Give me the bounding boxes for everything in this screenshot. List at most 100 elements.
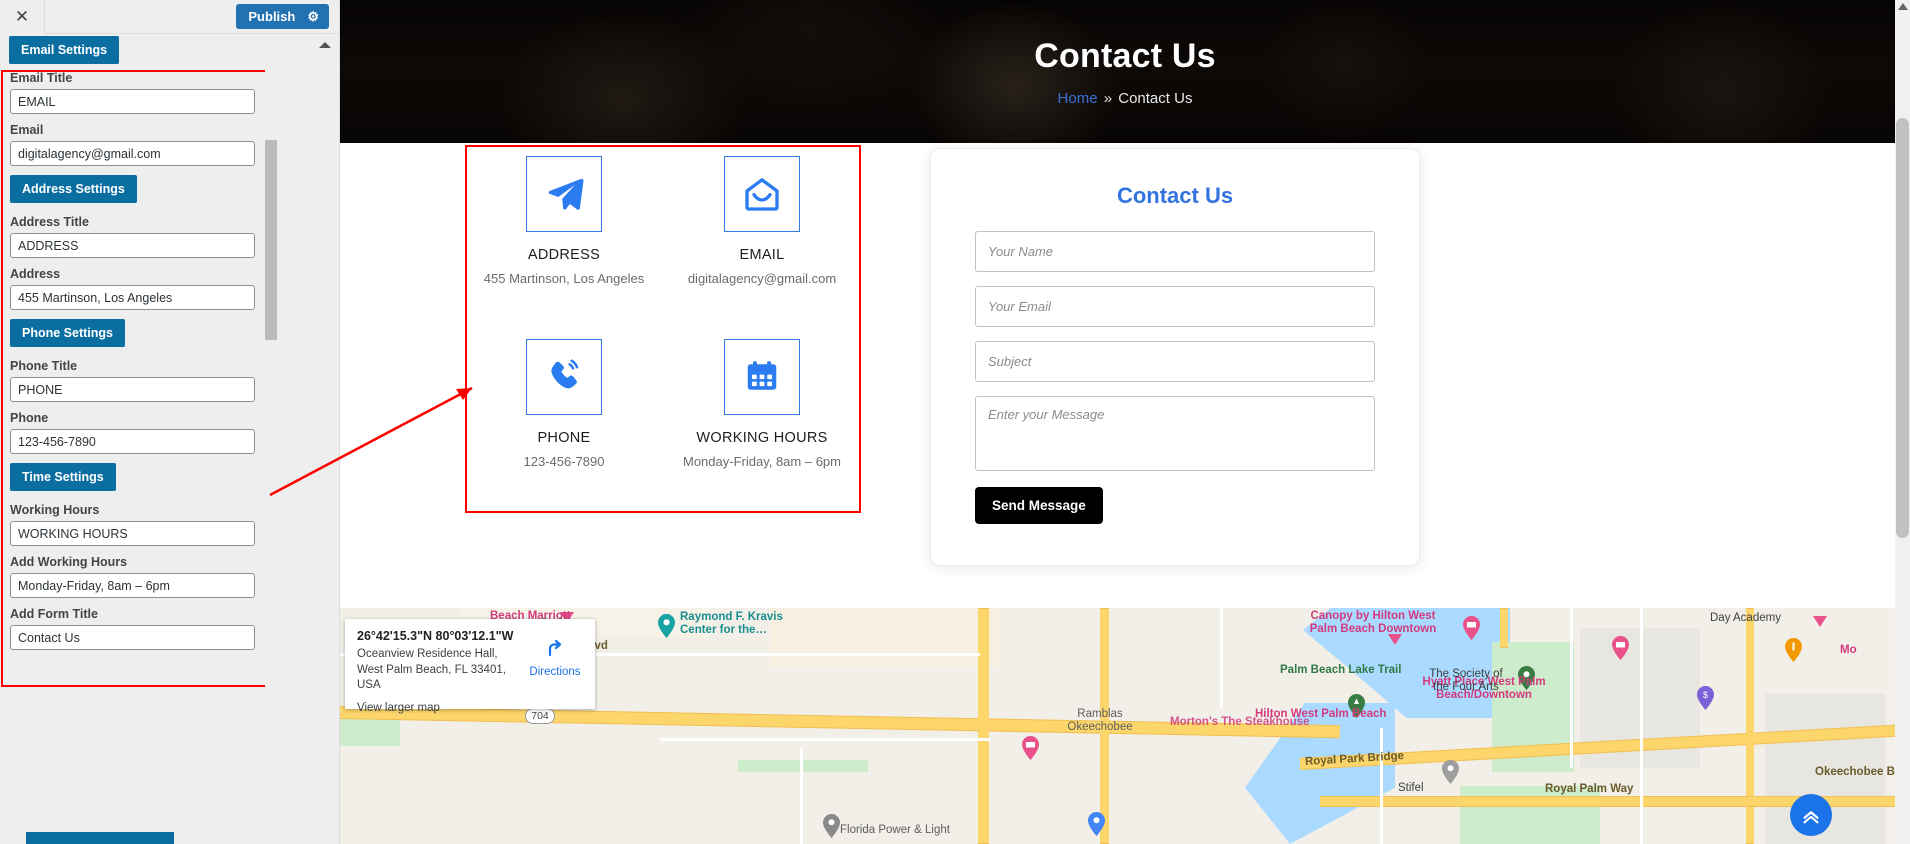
map-pin-stifel[interactable] <box>1442 760 1459 784</box>
svg-text:$: $ <box>1703 690 1708 700</box>
add-form-title-input[interactable] <box>10 625 255 650</box>
map-label-mortons: Morton's The Steakhouse <box>1170 716 1310 728</box>
info-card-address[interactable]: ADDRESS 455 Martinson, Los Angeles <box>465 148 663 331</box>
next-section-button-partial[interactable] <box>26 832 174 844</box>
phone-input[interactable] <box>10 429 255 454</box>
publish-button[interactable]: Publish ⚙ <box>236 4 329 29</box>
map-pin-canopy-hotel[interactable] <box>1463 616 1480 640</box>
working-hours-input[interactable] <box>10 521 255 546</box>
map-label-mo: Mo <box>1840 644 1857 656</box>
contact-form-card: Contact Us Send Message <box>930 148 1420 566</box>
chevron-double-up-icon <box>1803 811 1819 824</box>
paper-plane-icon <box>526 156 602 232</box>
email-input-form[interactable] <box>975 286 1375 327</box>
field-label: Phone Title <box>10 359 78 373</box>
address-settings-button-wrap: Address Settings <box>10 175 270 203</box>
map-road-minor-2 <box>660 738 990 741</box>
caret-up-icon[interactable] <box>319 42 331 48</box>
info-card-title: WORKING HOURS <box>696 429 828 446</box>
field-email: Email <box>10 123 270 166</box>
customizer-panel: ✕ Publish ⚙ Email Settings Email Title E… <box>0 0 340 844</box>
info-card-email[interactable]: EMAIL digitalagency@gmail.com <box>663 148 861 331</box>
field-add-form-title: Add Form Title <box>10 607 270 650</box>
info-card-title: EMAIL <box>739 247 785 263</box>
field-label: Address <box>10 267 61 281</box>
time-settings-button-wrap: Time Settings <box>10 463 270 491</box>
email-settings-button-wrap: Email Settings <box>9 36 120 64</box>
map-park-median <box>738 760 868 772</box>
address-settings-button[interactable]: Address Settings <box>10 175 137 203</box>
map-label-four-arts: The Society of the Four Arts <box>1429 668 1503 694</box>
field-add-working-hours: Add Working Hours <box>10 555 270 598</box>
map-label-royal-palm-way: Royal Palm Way <box>1545 783 1634 795</box>
map-pin-day-academy[interactable] <box>1813 616 1827 627</box>
map-label-stifel: Stifel <box>1398 782 1424 794</box>
map-pin-hilton-wpb[interactable] <box>1022 736 1039 760</box>
field-label: Add Working Hours <box>10 555 128 569</box>
field-address-title: Address Title <box>10 215 270 258</box>
send-message-button[interactable]: Send Message <box>975 487 1103 524</box>
email-settings-button[interactable]: Email Settings <box>9 36 120 64</box>
info-card-text: Monday-Friday, 8am – 6pm <box>683 453 841 469</box>
field-email-title: Email Title <box>10 71 270 114</box>
hero-banner: Contact Us Home » Contact Us <box>340 0 1910 143</box>
map-pin-restaurant[interactable] <box>1785 638 1802 662</box>
contact-form-title: Contact Us <box>1116 183 1234 208</box>
field-phone-title: Phone Title <box>10 359 270 402</box>
map-road-vertical-1 <box>978 608 989 844</box>
info-card-text: digitalagency@gmail.com <box>687 271 837 286</box>
map-label-florida-power: Florida Power & Light <box>840 824 950 836</box>
map-pin-jacaranda[interactable] <box>1088 812 1105 836</box>
info-card-title: PHONE <box>537 429 591 446</box>
email-input[interactable] <box>10 141 255 166</box>
scroll-to-top-button[interactable] <box>1790 794 1832 836</box>
map-pin-kravis-center[interactable] <box>658 614 675 638</box>
map-info-card: 26°42'15.3"N 80°03'12.1"W Oceanview Resi… <box>345 619 595 714</box>
browser-scrollbar-thumb[interactable] <box>1896 118 1909 538</box>
map-road-minor-7 <box>1380 728 1383 844</box>
map-label-kravis-center: Raymond F. Kravis Center for the… <box>680 611 783 637</box>
info-card-text: 123-456-7890 <box>523 453 605 469</box>
phone-title-input[interactable] <box>10 377 255 402</box>
info-card-text: 455 Martinson, Los Angeles <box>483 271 645 286</box>
calendar-icon <box>724 338 800 415</box>
map-pin-bank[interactable]: $ <box>1697 686 1714 710</box>
main-content: ADDRESS 455 Martinson, Los Angeles EMAIL… <box>340 143 1910 608</box>
screen-root: ✕ Publish ⚙ Email Settings Email Title E… <box>0 0 1910 844</box>
field-working-hours: Working Hours <box>10 503 270 546</box>
breadcrumb-current: Contact Us <box>1118 89 1193 107</box>
phone-ring-icon <box>526 338 602 415</box>
field-label: Address Title <box>10 215 89 229</box>
map-road-vertical-3 <box>1500 608 1508 648</box>
directions-button[interactable]: Directions <box>525 635 585 678</box>
field-label: Phone <box>10 411 49 425</box>
info-card-phone[interactable]: PHONE 123-456-7890 <box>465 331 663 514</box>
email-title-input[interactable] <box>10 89 255 114</box>
view-larger-map-link[interactable]: View larger map <box>357 702 440 714</box>
subject-input[interactable] <box>975 341 1375 382</box>
gear-icon[interactable]: ⚙ <box>307 10 319 23</box>
map-embed[interactable]: $ 704 Beach Marriott Raymond F. Kravis C… <box>340 608 1910 844</box>
name-input[interactable] <box>975 231 1375 272</box>
info-card-working-hours[interactable]: WORKING HOURS Monday-Friday, 8am – 6pm <box>663 331 861 514</box>
info-card-title: ADDRESS <box>527 247 601 263</box>
map-road-minor-3 <box>1220 608 1223 708</box>
scroll-up-arrow-icon[interactable] <box>1898 3 1908 10</box>
phone-settings-button-wrap: Phone Settings <box>10 319 270 347</box>
address-title-input[interactable] <box>10 233 255 258</box>
map-label-lake-trail: Palm Beach Lake Trail <box>1280 664 1402 676</box>
add-working-hours-input[interactable] <box>10 573 255 598</box>
customizer-scrollbar-thumb[interactable] <box>265 140 277 340</box>
map-block-d <box>770 608 1000 668</box>
map-pin-hotel-east[interactable] <box>1612 636 1629 660</box>
phone-settings-button[interactable]: Phone Settings <box>10 319 125 347</box>
close-icon[interactable]: ✕ <box>0 0 45 34</box>
message-textarea[interactable] <box>975 396 1375 471</box>
address-input[interactable] <box>10 285 255 310</box>
field-label: Working Hours <box>10 503 100 517</box>
field-label: Add Form Title <box>10 607 98 621</box>
map-pin-florida-power[interactable] <box>823 814 840 838</box>
time-settings-button[interactable]: Time Settings <box>10 463 116 491</box>
breadcrumb-link-home[interactable]: Home <box>1058 90 1098 107</box>
directions-arrow-icon <box>548 639 562 657</box>
